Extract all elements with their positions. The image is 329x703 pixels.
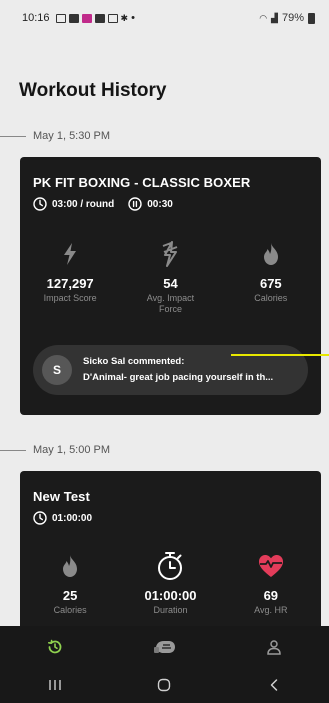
message-icon (55, 13, 66, 23)
home-icon (158, 678, 171, 692)
history-icon (47, 639, 62, 653)
stats-row: 127,297 Impact Score 54 Avg. Impact Forc… (20, 239, 321, 315)
stat-label: Impact Score (43, 293, 97, 303)
duration: 01:00:00 (33, 511, 92, 525)
section-date: May 1, 5:30 PM (33, 130, 111, 142)
stat-value: 54 (163, 276, 178, 291)
system-nav-bar (0, 667, 329, 703)
bottom-nav (0, 626, 329, 667)
stat-avg-hr: 69 Avg. HR (221, 551, 321, 616)
stat-impact-score: 127,297 Impact Score (20, 239, 120, 315)
stat-calories: 675 Calories (221, 239, 321, 315)
stat-label: Avg. Impact Force (146, 293, 195, 314)
battery-icon (308, 12, 315, 24)
divider (0, 449, 26, 451)
flame-icon (63, 555, 78, 577)
duration-value: 01:00:00 (52, 512, 93, 524)
workout-title: New Test (33, 489, 90, 504)
clock-icon (33, 511, 47, 525)
stat-value: 675 (259, 276, 282, 291)
stopwatch-icon (158, 552, 183, 580)
home-button[interactable] (144, 667, 184, 703)
section-date: May 1, 5:00 PM (33, 444, 111, 456)
flame-icon (263, 243, 278, 265)
comment-preview[interactable]: S Sicko Sal commented: D'Animal- great j… (33, 345, 308, 395)
workout-meta: 01:00:00 (33, 511, 106, 525)
heart-rate-icon (258, 555, 283, 577)
profile-icon (267, 639, 281, 655)
mail-icon (107, 13, 118, 23)
divider (0, 135, 26, 137)
lightning-icon (64, 243, 77, 265)
comment-text: D'Animal- great job pacing yourself in t… (83, 372, 274, 383)
section-date-header: May 1, 5:30 PM (0, 130, 110, 142)
gallery-icon (68, 13, 79, 23)
back-icon (270, 679, 278, 691)
section-date-header: May 1, 5:00 PM (0, 444, 110, 456)
stat-label: Calories (254, 293, 288, 303)
workout-card[interactable]: PK FIT BOXING - CLASSIC BOXER 03:00 / ro… (20, 157, 321, 415)
recent-apps-icon (49, 680, 61, 690)
status-time: 10:16 (22, 12, 50, 24)
glove-icon (153, 640, 175, 653)
impact-icon (163, 241, 178, 267)
stat-label: Duration (153, 605, 188, 615)
stat-value: 25 (62, 588, 78, 603)
round-time-value: 03:00 / round (52, 198, 115, 210)
workout-meta: 03:00 / round 00:30 (33, 197, 187, 211)
linkedin-icon (94, 13, 105, 23)
comment-author: Sicko Sal commented: (83, 356, 185, 367)
clock-icon (33, 197, 47, 211)
nav-profile[interactable] (219, 626, 329, 667)
stat-duration: 01:00:00 Duration (120, 551, 220, 616)
battery-level: 79% (281, 12, 304, 24)
stat-label: Calories (53, 605, 87, 615)
recent-apps-button[interactable] (35, 667, 75, 703)
avatar: S (42, 355, 72, 385)
stat-calories: 25 Calories (20, 551, 120, 616)
stat-value: 01:00:00 (144, 588, 197, 603)
rest-time-value: 00:30 (147, 198, 173, 210)
stats-row: 25 Calories 01:00:00 Duration 69 Avg. HR (20, 551, 321, 616)
round-time: 03:00 / round (33, 197, 114, 211)
rest-time: 00:30 (128, 197, 173, 211)
annotation-pointer-line (231, 354, 329, 356)
stat-value: 69 (263, 588, 279, 603)
workout-title: PK FIT BOXING - CLASSIC BOXER (33, 175, 251, 190)
back-button[interactable] (254, 667, 294, 703)
pause-icon (128, 197, 142, 211)
chat-icon (81, 13, 92, 23)
wifi-icon: ◠ (259, 12, 268, 23)
stat-impact-force: 54 Avg. Impact Force (120, 239, 220, 315)
dot-icon: • (131, 12, 135, 24)
nav-history[interactable] (0, 626, 110, 667)
page-title: Workout History (19, 80, 167, 101)
stat-label: Avg. HR (254, 605, 288, 615)
nav-workouts[interactable] (110, 626, 220, 667)
signal-icon: ▟ (271, 12, 278, 23)
status-bar: 10:16 ✱ • ◠ ▟ 79% (0, 0, 329, 36)
stat-value: 127,297 (46, 276, 94, 291)
teams-icon: ✱ (120, 12, 129, 23)
